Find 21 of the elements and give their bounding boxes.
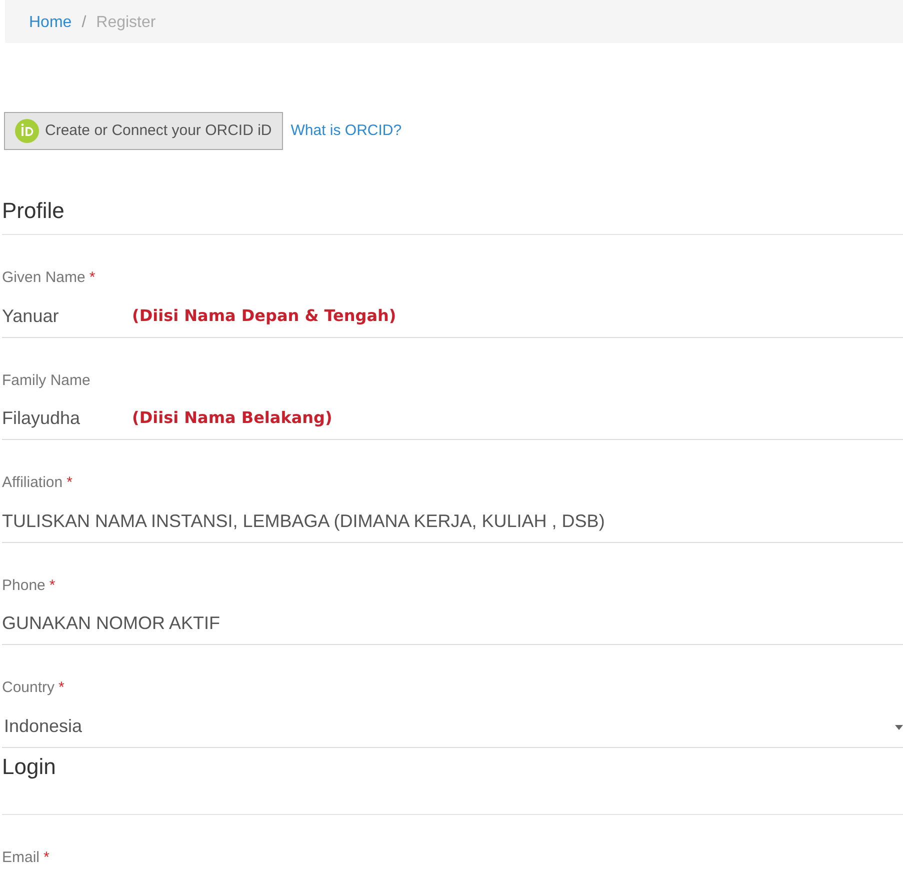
annotation-text: (Diisi Nama Depan & Tengah) [132,304,396,327]
required-mark: * [44,848,50,868]
field-label: Email [2,848,40,868]
field-label: Affiliation [2,473,63,494]
breadcrumb-separator: / [82,13,86,33]
orcid-help-link[interactable]: What is ORCID? [290,120,402,142]
field-label: Given Name [2,268,86,288]
section-heading: Login [2,754,903,816]
caret-icon [895,724,903,730]
orcid-button[interactable]: Create or Connect your ORCID iD [4,112,283,150]
required-mark: * [66,473,72,494]
orcid-icon [15,119,39,143]
annotation-text: (Diisi Nama Belakang) [132,407,332,430]
required-mark: * [89,268,96,288]
required-mark: * [49,576,56,596]
section-heading: Profile [2,198,903,236]
breadcrumb-current: Register [96,13,156,33]
field-label: Country [2,678,55,698]
required-mark: * [58,678,64,698]
field-label: Family Name [2,370,90,391]
field-label: Phone [2,576,46,596]
